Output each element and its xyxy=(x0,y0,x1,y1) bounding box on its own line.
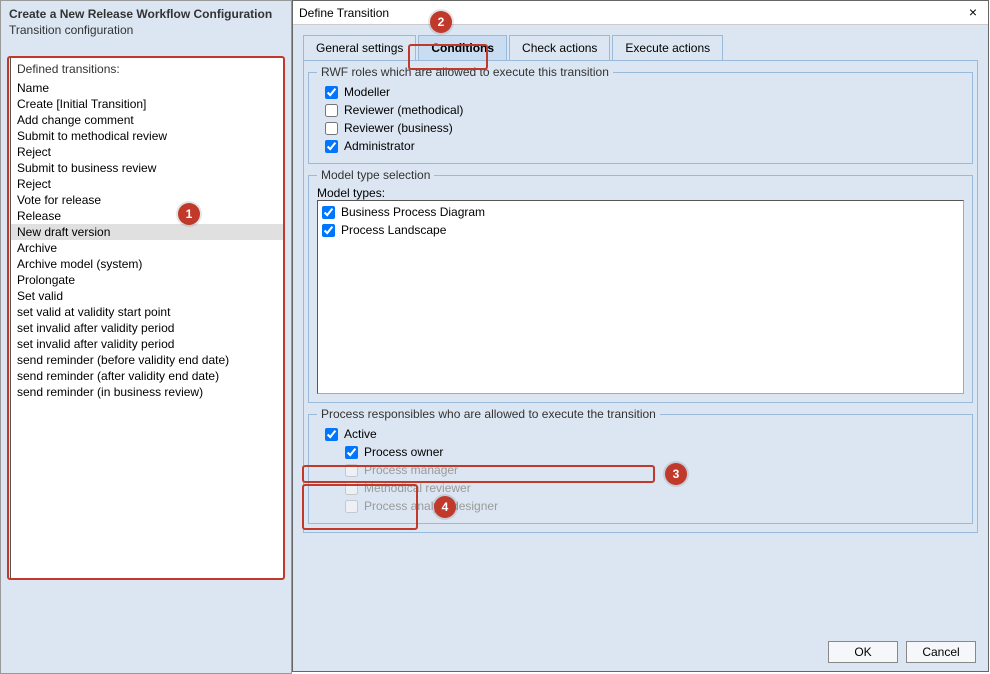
dialog-button-bar: OK Cancel xyxy=(828,641,976,663)
responsible-roles-list: Process owner Process manager Methodical r… xyxy=(317,443,964,515)
list-item[interactable]: set invalid after validity period xyxy=(11,336,283,352)
list-item[interactable]: Submit to business review xyxy=(11,160,283,176)
dialog-title: Define Transition xyxy=(299,6,389,20)
active-checkbox[interactable] xyxy=(325,428,338,441)
tab-general-settings[interactable]: General settings xyxy=(303,35,416,60)
annotation-marker-4: 4 xyxy=(434,496,456,518)
list-item[interactable]: Archive xyxy=(11,240,283,256)
responsible-role-label: Process owner xyxy=(364,445,443,459)
responsible-role-row[interactable]: Process owner xyxy=(317,443,964,461)
tab-check-actions[interactable]: Check actions xyxy=(509,35,610,60)
dialog-titlebar: Define Transition × xyxy=(293,1,988,25)
role-checkbox[interactable] xyxy=(325,104,338,117)
model-type-checkbox[interactable] xyxy=(322,224,335,237)
model-type-label: Business Process Diagram xyxy=(341,205,485,219)
model-types-label: Model types: xyxy=(317,186,964,200)
active-checkbox-row[interactable]: Active xyxy=(317,425,964,443)
defined-transitions-list[interactable]: NameCreate [Initial Transition]Add chang… xyxy=(11,80,283,400)
role-checkbox-row[interactable]: Reviewer (methodical) xyxy=(317,101,964,119)
annotation-marker-2: 2 xyxy=(430,11,452,33)
close-icon[interactable]: × xyxy=(964,4,982,22)
list-item[interactable]: send reminder (before validity end date) xyxy=(11,352,283,368)
defined-transitions-label: Defined transitions: xyxy=(11,58,283,80)
model-types-list[interactable]: Business Process Diagram Process Landscap… xyxy=(317,200,964,394)
ok-button[interactable]: OK xyxy=(828,641,898,663)
left-panel: Create a New Release Workflow Configurat… xyxy=(0,0,292,674)
responsible-role-row: Process manager xyxy=(317,461,964,479)
wizard-title: Create a New Release Workflow Configurat… xyxy=(1,1,291,23)
list-item[interactable]: send reminder (in business review) xyxy=(11,384,283,400)
model-type-fieldset: Model type selection Model types: Busine… xyxy=(308,168,973,403)
list-item[interactable]: Create [Initial Transition] xyxy=(11,96,283,112)
cancel-button[interactable]: Cancel xyxy=(906,641,976,663)
role-checkbox[interactable] xyxy=(325,140,338,153)
role-label: Reviewer (business) xyxy=(344,121,453,135)
list-item[interactable]: Reject xyxy=(11,176,283,192)
model-type-checkbox[interactable] xyxy=(322,206,335,219)
annotation-marker-3: 3 xyxy=(665,463,687,485)
role-checkbox[interactable] xyxy=(325,122,338,135)
rwf-roles-fieldset: RWF roles which are allowed to execute t… xyxy=(308,65,973,164)
process-responsibles-legend: Process responsibles who are allowed to … xyxy=(317,407,660,421)
model-type-legend: Model type selection xyxy=(317,168,434,182)
responsible-role-checkbox xyxy=(345,482,358,495)
active-label: Active xyxy=(344,427,377,441)
model-type-row[interactable]: Business Process Diagram xyxy=(320,203,961,221)
conditions-tabpane: RWF roles which are allowed to execute t… xyxy=(303,61,978,533)
responsible-role-checkbox[interactable] xyxy=(345,446,358,459)
list-item[interactable]: send reminder (after validity end date) xyxy=(11,368,283,384)
list-item[interactable]: Vote for release xyxy=(11,192,283,208)
wizard-subtitle: Transition configuration xyxy=(1,23,291,45)
tab-strip: General settingsConditionsCheck actionsE… xyxy=(303,35,978,61)
role-checkbox-row[interactable]: Administrator xyxy=(317,137,964,155)
annotation-marker-1: 1 xyxy=(178,203,200,225)
tab-execute-actions[interactable]: Execute actions xyxy=(612,35,723,60)
list-item[interactable]: Name xyxy=(11,80,283,96)
rwf-roles-list: Modeller Reviewer (methodical) Reviewer (b… xyxy=(317,83,964,155)
list-item[interactable]: Add change comment xyxy=(11,112,283,128)
list-item[interactable]: Set valid xyxy=(11,288,283,304)
responsible-role-checkbox xyxy=(345,464,358,477)
list-item[interactable]: Release xyxy=(11,208,283,224)
list-item[interactable]: set invalid after validity period xyxy=(11,320,283,336)
responsible-role-label: Process analyst/designer xyxy=(364,499,498,513)
responsible-role-row: Methodical reviewer xyxy=(317,479,964,497)
list-item[interactable]: set valid at validity start point xyxy=(11,304,283,320)
responsible-role-label: Methodical reviewer xyxy=(364,481,471,495)
role-checkbox-row[interactable]: Reviewer (business) xyxy=(317,119,964,137)
responsible-role-row: Process analyst/designer xyxy=(317,497,964,515)
process-responsibles-fieldset: Process responsibles who are allowed to … xyxy=(308,407,973,524)
list-item[interactable]: Archive model (system) xyxy=(11,256,283,272)
role-label: Modeller xyxy=(344,85,390,99)
defined-transitions-box: Defined transitions: NameCreate [Initial… xyxy=(10,57,284,579)
define-transition-dialog: Define Transition × General settingsCond… xyxy=(292,0,989,672)
model-type-row[interactable]: Process Landscape xyxy=(320,221,961,239)
responsible-role-label: Process manager xyxy=(364,463,458,477)
role-checkbox-row[interactable]: Modeller xyxy=(317,83,964,101)
role-label: Administrator xyxy=(344,139,415,153)
tab-conditions[interactable]: Conditions xyxy=(418,35,507,60)
responsible-role-checkbox xyxy=(345,500,358,513)
list-item[interactable]: Submit to methodical review xyxy=(11,128,283,144)
model-type-label: Process Landscape xyxy=(341,223,446,237)
role-checkbox[interactable] xyxy=(325,86,338,99)
list-item[interactable]: Prolongate xyxy=(11,272,283,288)
list-item[interactable]: New draft version xyxy=(11,224,283,240)
list-item[interactable]: Reject xyxy=(11,144,283,160)
role-label: Reviewer (methodical) xyxy=(344,103,463,117)
rwf-roles-legend: RWF roles which are allowed to execute t… xyxy=(317,65,613,79)
